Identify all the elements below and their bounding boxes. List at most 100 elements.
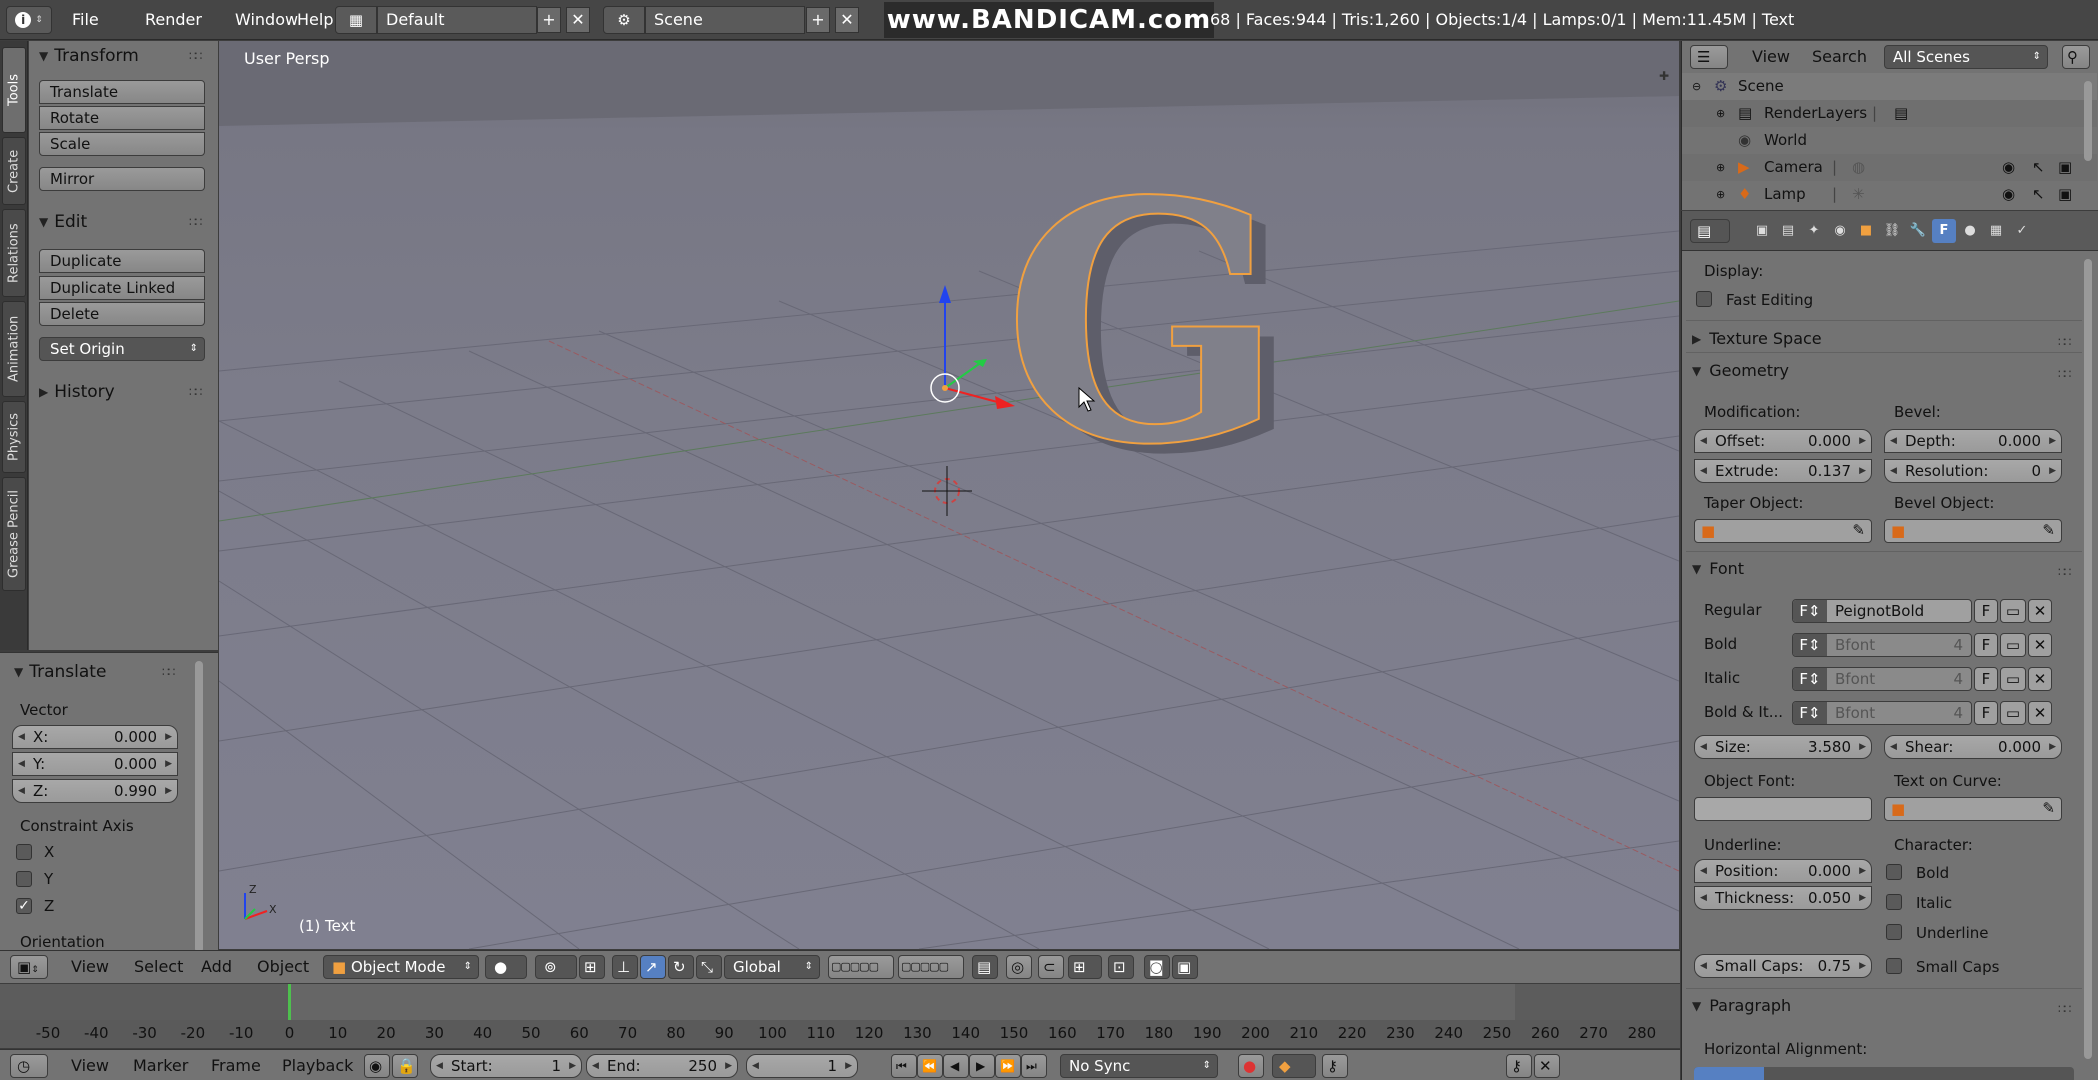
render-toggle-icon[interactable]: ▣: [2058, 181, 2072, 208]
3d-viewport[interactable]: G G Z X User Persp (1) Text ✚: [219, 41, 1679, 949]
unlink-icon[interactable]: ✕: [2028, 667, 2052, 691]
layers-toggle-icon[interactable]: ⊞: [579, 955, 605, 979]
tab-tools[interactable]: Tools: [2, 47, 26, 133]
render-anim-icon[interactable]: ▣: [1172, 955, 1198, 979]
rotate-manipulator-icon[interactable]: ↻: [668, 955, 694, 979]
char-underline-checkbox[interactable]: [1886, 924, 1902, 940]
drag-grip-icon[interactable]: ∷∷: [2058, 1002, 2071, 1016]
layers-tab-icon[interactable]: ▤: [1776, 219, 1800, 243]
orientation-dropdown[interactable]: Global ⇕: [724, 955, 820, 979]
outliner-row-camera[interactable]: ⊕ ▶ Camera | ◍ ◉ ↖ ▣: [1682, 154, 2097, 181]
preview-range-icon[interactable]: ◉: [364, 1054, 390, 1078]
font-shear-field[interactable]: ◀ Shear: 0.000 ▶: [1884, 735, 2062, 759]
font-header[interactable]: ▼ Font: [1692, 559, 2082, 578]
font-select-field[interactable]: F⇕ Bfont 4: [1792, 667, 1972, 691]
tab-grease-pencil[interactable]: Grease Pencil: [2, 477, 26, 591]
jump-end-icon[interactable]: ⏭: [1021, 1054, 1047, 1078]
eye-icon[interactable]: ◉: [2002, 181, 2015, 208]
vector-y-field[interactable]: ◀ Y: 0.000 ▶: [12, 752, 178, 776]
font-select-field[interactable]: F⇕ PeignotBold: [1792, 599, 1972, 623]
eyedropper-icon[interactable]: ✎: [2042, 799, 2055, 817]
extrude-field[interactable]: ◀ Extrude: 0.137 ▶: [1694, 459, 1872, 483]
translate-button[interactable]: Translate: [39, 80, 205, 104]
menu-search[interactable]: Search: [1812, 47, 1867, 66]
offset-field[interactable]: ◀ Offset: 0.000 ▶: [1694, 429, 1872, 453]
editor-type-button[interactable]: ▤: [1690, 219, 1730, 243]
menu-marker[interactable]: Marker: [133, 1056, 188, 1075]
insert-key-icon[interactable]: ⚷: [1506, 1054, 1532, 1078]
eyedropper-icon[interactable]: ✎: [1852, 521, 1865, 539]
outliner-row-scene[interactable]: ⊖ ⚙ Scene: [1682, 73, 2097, 100]
drag-grip-icon[interactable]: ∷∷: [189, 49, 202, 63]
open-folder-icon[interactable]: ▭: [2000, 633, 2026, 657]
texture-tab-icon[interactable]: ▦: [1984, 219, 2008, 243]
bevel-resolution-field[interactable]: ◀ Resolution: 0 ▶: [1884, 459, 2062, 483]
physics-tab-icon[interactable]: ✓: [2010, 219, 2034, 243]
operator-header[interactable]: ▼ Translate: [14, 659, 106, 685]
scene-field[interactable]: Scene: [645, 6, 805, 34]
font-size-field[interactable]: ◀ Size: 3.580 ▶: [1694, 735, 1872, 759]
render-toggle-icon[interactable]: ▣: [2058, 154, 2072, 181]
outliner-row-world[interactable]: ◉ World: [1682, 127, 2097, 154]
collapse-icon[interactable]: ⊖: [1692, 73, 1701, 100]
play-reverse-icon[interactable]: ◀: [943, 1054, 969, 1078]
mirror-button[interactable]: Mirror: [39, 167, 205, 191]
open-folder-icon[interactable]: ▭: [2000, 701, 2026, 725]
vector-x-field[interactable]: ◀ X: 0.000 ▶: [12, 725, 178, 749]
outliner-row-lamp[interactable]: ⊕ ♦ Lamp | ✳ ◉ ↖ ▣: [1682, 181, 2097, 208]
open-folder-icon[interactable]: ▭: [2000, 667, 2026, 691]
underline-thickness-field[interactable]: ◀ Thickness: 0.050 ▶: [1694, 886, 1872, 910]
editor-type-button[interactable]: i ⇕: [6, 6, 52, 34]
bevel-object-field[interactable]: ■ ✎: [1884, 519, 2062, 543]
mode-dropdown[interactable]: ■ Object Mode ⇕: [323, 955, 479, 979]
eye-icon[interactable]: ◉: [2002, 154, 2015, 181]
bevel-depth-field[interactable]: ◀ Depth: 0.000 ▶: [1884, 429, 2062, 453]
taper-object-field[interactable]: ■ ✎: [1694, 519, 1872, 543]
material-tab-icon[interactable]: ●: [1958, 219, 1982, 243]
constraint-z-checkbox[interactable]: ✓: [16, 898, 32, 914]
jump-keyframe-back-icon[interactable]: ⏪: [917, 1054, 943, 1078]
expand-icon[interactable]: ⊕: [1716, 100, 1725, 127]
render-icon[interactable]: ◙: [1144, 955, 1170, 979]
record-icon[interactable]: ●: [1238, 1054, 1264, 1078]
font-select-field[interactable]: F⇕ Bfont 4: [1792, 701, 1972, 725]
menu-view[interactable]: View: [1752, 47, 1790, 66]
constraints-tab-icon[interactable]: ⛓: [1880, 219, 1904, 243]
font-select-field[interactable]: F⇕ Bfont 4: [1792, 633, 1972, 657]
text-object-g[interactable]: G G: [1002, 128, 1300, 527]
snap-icon[interactable]: ⊂: [1038, 955, 1064, 979]
object-tab-icon[interactable]: ■: [1854, 219, 1878, 243]
editor-type-button[interactable]: ▣⇕: [10, 955, 48, 979]
rotate-button[interactable]: Rotate: [39, 106, 205, 130]
geometry-header[interactable]: ▼ Geometry: [1692, 361, 2082, 380]
drag-grip-icon[interactable]: ∷∷: [189, 215, 202, 229]
align-left-button[interactable]: [1694, 1067, 1764, 1080]
end-frame-field[interactable]: ◀ End: 250 ▶: [586, 1054, 738, 1078]
set-origin-dropdown[interactable]: Set Origin ⇕: [39, 337, 205, 361]
add-scene-icon[interactable]: +: [806, 7, 830, 33]
constraint-x-checkbox[interactable]: [16, 844, 32, 860]
editor-type-button[interactable]: ☰: [1690, 45, 1728, 69]
outliner-scrollbar[interactable]: [2084, 81, 2092, 161]
manipulator-toggle-icon[interactable]: ⊥: [612, 955, 638, 979]
play-icon[interactable]: ▶: [969, 1054, 995, 1078]
menu-render[interactable]: Render: [133, 0, 214, 40]
cursor-select-icon[interactable]: ↖: [2032, 154, 2045, 181]
remove-scene-icon[interactable]: ✕: [835, 7, 859, 33]
current-frame-field[interactable]: ◀ 1 ▶: [746, 1054, 858, 1078]
small-caps-field[interactable]: ◀ Small Caps: 0.75 ▶: [1694, 954, 1872, 978]
sync-dropdown[interactable]: No Sync ⇕: [1060, 1054, 1218, 1078]
scene-tab-icon[interactable]: ✦: [1802, 219, 1826, 243]
key-icon[interactable]: ⚷: [1322, 1054, 1348, 1078]
jump-start-icon[interactable]: ⏮: [891, 1054, 917, 1078]
data-tab-font-icon[interactable]: F: [1932, 219, 1956, 243]
drag-grip-icon[interactable]: ∷∷: [2058, 335, 2071, 349]
history-panel-header[interactable]: ▶ History: [39, 377, 115, 407]
char-small-caps-checkbox[interactable]: [1886, 958, 1902, 974]
tab-create[interactable]: Create: [2, 137, 26, 205]
outliner-row-renderlayers[interactable]: ⊕ ▤ RenderLayers | ▤: [1682, 100, 2097, 127]
display-mode-dropdown[interactable]: All Scenes ⇕: [1884, 45, 2048, 69]
start-frame-field[interactable]: ◀ Start: 1 ▶: [430, 1054, 582, 1078]
vector-z-field[interactable]: ◀ Z: 0.990 ▶: [12, 779, 178, 803]
menu-file[interactable]: File: [60, 0, 111, 40]
